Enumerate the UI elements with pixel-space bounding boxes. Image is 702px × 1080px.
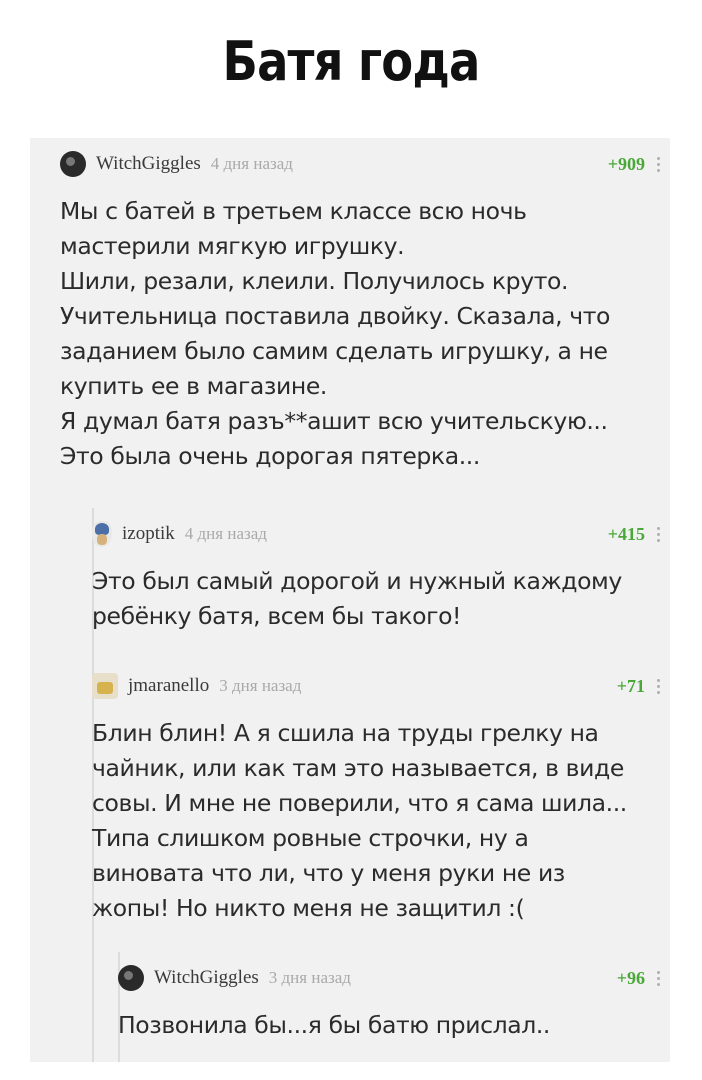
- more-options-icon[interactable]: [657, 678, 660, 694]
- more-options-icon[interactable]: [657, 156, 660, 172]
- comment-text-line: совы. И мне не поверили, что я сама шила…: [92, 789, 627, 817]
- more-options-icon[interactable]: [657, 526, 660, 542]
- comment-time[interactable]: 3 дня назад: [219, 676, 616, 696]
- comment-3: jmaranello 3 дня назад +71 Блин блин! А …: [92, 668, 660, 926]
- comment-author[interactable]: izoptik: [122, 523, 175, 545]
- comment-header: WitchGiggles 3 дня назад +96: [118, 960, 660, 996]
- comment-text-line: Блин блин! А я сшила на труды грелку на: [92, 719, 599, 747]
- comment-text-line: Мы с батей в третьем классе всю ночь: [60, 197, 527, 225]
- user-avatar-icon[interactable]: [118, 965, 144, 991]
- comment-time[interactable]: 4 дня назад: [211, 154, 608, 174]
- comment-rating: +71: [616, 675, 645, 696]
- comment-text-line: ребёнку батя, всем бы такого!: [92, 602, 462, 630]
- comment-text-line: чайник, или как там это называется, в ви…: [92, 754, 624, 782]
- comment-text-line: мастерили мягкую игрушку.: [60, 232, 405, 260]
- comments-panel: WitchGiggles 4 дня назад +909 Мы с батей…: [30, 138, 670, 1062]
- comment-text-line: купить ее в магазине.: [60, 372, 327, 400]
- comment-text-line: Я думал батя разъ**ашит всю учительскую.…: [60, 407, 608, 435]
- comment-author[interactable]: jmaranello: [128, 675, 209, 697]
- comment-author[interactable]: WitchGiggles: [96, 153, 201, 175]
- comment-time[interactable]: 3 дня назад: [269, 968, 617, 988]
- comment-4: WitchGiggles 3 дня назад +96 Позвонила б…: [118, 960, 660, 1043]
- more-options-icon[interactable]: [657, 970, 660, 986]
- user-avatar-icon[interactable]: [92, 673, 118, 699]
- comment-time[interactable]: 4 дня назад: [185, 524, 608, 544]
- comment-header: jmaranello 3 дня назад +71: [92, 668, 660, 704]
- comment-header: WitchGiggles 4 дня назад +909: [60, 146, 660, 182]
- comment-text: Это был самый дорогой и нужный каждому р…: [92, 564, 660, 634]
- comment-text-line: жопы! Но никто меня не защитил :(: [92, 894, 525, 922]
- comment-text-line: Это была очень дорогая пятерка...: [60, 442, 480, 470]
- comment-text-line: Это был самый дорогой и нужный каждому: [92, 567, 622, 595]
- comment-text-line: заданием было самим сделать игрушку, а н…: [60, 337, 608, 365]
- comment-1: WitchGiggles 4 дня назад +909 Мы с батей…: [60, 146, 660, 474]
- comment-text: Блин блин! А я сшила на труды грелку на …: [92, 716, 660, 926]
- meme-title: Батя года: [222, 30, 481, 93]
- comment-text-line: виновата что ли, что у меня руки не из: [92, 859, 565, 887]
- comment-2: izoptik 4 дня назад +415 Это был самый д…: [92, 516, 660, 634]
- comment-text-line: Учительница поставила двойку. Сказала, ч…: [60, 302, 610, 330]
- comment-text-line: Типа слишком ровные строчки, ну а: [92, 824, 529, 852]
- user-avatar-icon[interactable]: [92, 521, 112, 547]
- comment-text: Позвонила бы...я бы батю прислал..: [118, 1008, 660, 1043]
- comment-text-line: Позвонила бы...я бы батю прислал..: [118, 1011, 550, 1039]
- comment-rating: +96: [616, 967, 645, 988]
- comment-header: izoptik 4 дня назад +415: [92, 516, 660, 552]
- comment-rating: +909: [607, 153, 645, 174]
- comment-author[interactable]: WitchGiggles: [154, 967, 259, 989]
- comment-text-line: Шили, резали, клеили. Получилось круто.: [60, 267, 569, 295]
- comment-rating: +415: [607, 523, 645, 544]
- comment-text: Мы с батей в третьем классе всю ночь мас…: [60, 194, 660, 474]
- user-avatar-icon[interactable]: [60, 151, 86, 177]
